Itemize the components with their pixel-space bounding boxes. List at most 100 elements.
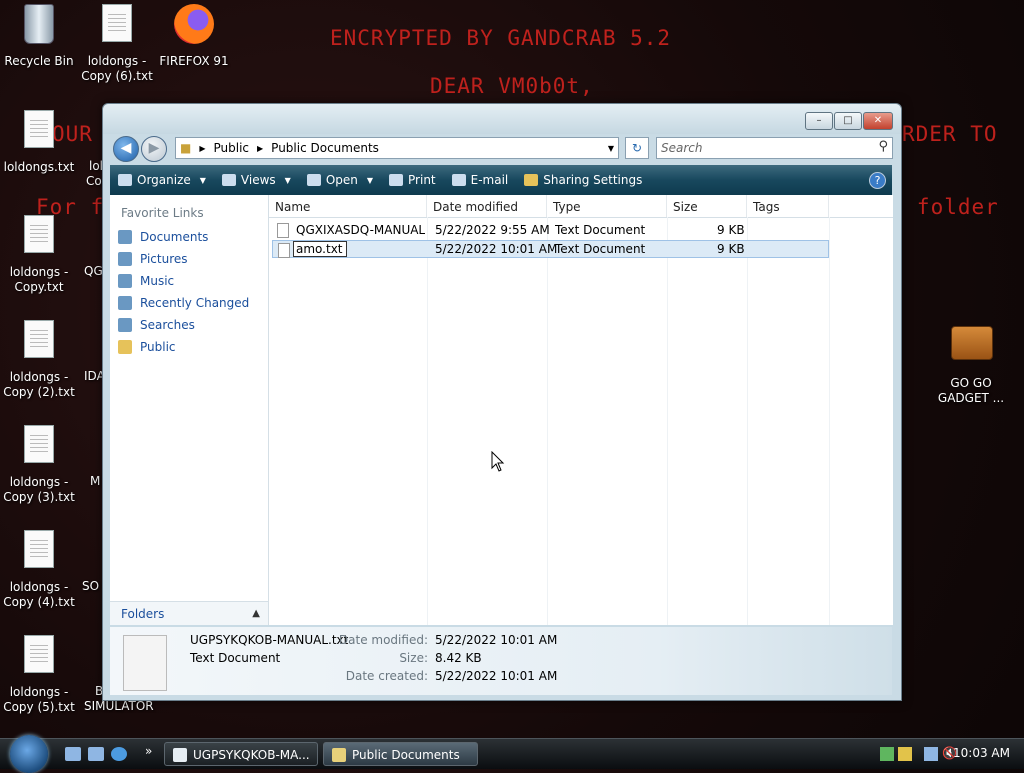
- navigation-bar: ◀ ▶ ■ ▶ Public ▶ Public Documents ▼ ↻ Se…: [111, 134, 893, 162]
- email-button[interactable]: E-mail: [444, 165, 517, 195]
- open-icon: [306, 174, 321, 186]
- sharing-icon: [524, 174, 539, 186]
- file-type: Text Document: [555, 242, 646, 256]
- desktop-icon-label: loldongs - Copy (3).txt: [3, 475, 75, 504]
- desktop-icon-txt[interactable]: loldongs.txt: [0, 110, 78, 175]
- file-row[interactable]: QGXIXASDQ-MANUAL... 5/22/2022 9:55 AM Te…: [272, 221, 829, 239]
- organize-icon: [118, 174, 132, 186]
- favorite-link-music[interactable]: Music: [110, 270, 268, 292]
- file-type: Text Document: [555, 223, 646, 237]
- desktop-icon-firefox[interactable]: FIREFOX 91: [155, 4, 233, 69]
- pictures-icon: [118, 252, 132, 266]
- details-date-created: 5/22/2022 10:01 AM: [435, 669, 558, 683]
- email-icon: [451, 174, 466, 186]
- file-row-selected[interactable]: amo.txt 5/22/2022 10:01 AM Text Document…: [272, 240, 829, 258]
- desktop-icon-label: GO GO GADGET ...: [937, 376, 1005, 405]
- close-button[interactable]: ✕: [863, 112, 893, 130]
- text-file-icon: [19, 110, 59, 154]
- desktop-icon-label: FIREFOX 91: [159, 54, 229, 68]
- address-bar[interactable]: ■ ▶ Public ▶ Public Documents ▼: [175, 137, 619, 159]
- help-icon[interactable]: ?: [869, 172, 886, 189]
- desktop-icon-txt[interactable]: loldongs - Copy (6).txt: [78, 4, 156, 84]
- taskbar: » UGPSYKQKOB-MA... Public Documents 🔇 10…: [0, 735, 1024, 773]
- favorite-link-searches[interactable]: Searches: [110, 314, 268, 336]
- minimize-button[interactable]: –: [805, 112, 833, 130]
- details-size-label: Size:: [399, 651, 428, 665]
- partial-label: SO: [82, 579, 100, 593]
- back-button[interactable]: ◀: [113, 136, 139, 162]
- desktop-icon-txt[interactable]: loldongs - Copy (2).txt: [0, 320, 78, 400]
- folder-icon: [118, 340, 132, 354]
- details-date-modified: 5/22/2022 10:01 AM: [435, 633, 558, 647]
- tray-icon[interactable]: [898, 747, 912, 761]
- column-header-tags[interactable]: Tags: [747, 195, 829, 217]
- title-bar[interactable]: – □ ✕: [103, 104, 901, 134]
- sharing-settings-button[interactable]: Sharing Settings: [516, 165, 650, 195]
- organize-button[interactable]: Organize ▼: [110, 165, 214, 195]
- document-icon: [123, 635, 167, 691]
- desktop-icon-txt[interactable]: loldongs - Copy.txt: [0, 215, 78, 295]
- search-icon[interactable]: ⚲: [878, 139, 888, 154]
- text-file-icon: [19, 425, 59, 469]
- folders-toggle[interactable]: Folders ▲: [110, 601, 268, 625]
- partial-label: SIMULATOR: [84, 699, 154, 713]
- rename-input[interactable]: amo.txt: [293, 241, 347, 257]
- partial-label: M: [90, 474, 101, 488]
- favorite-link-recently-changed[interactable]: Recently Changed: [110, 292, 268, 314]
- file-date: 5/22/2022 10:01 AM: [435, 242, 558, 256]
- ransom-line-2: DEAR VM0b0t,: [430, 74, 594, 98]
- favorite-link-documents[interactable]: Documents: [110, 226, 268, 248]
- clock[interactable]: 10:03 AM: [953, 746, 1010, 760]
- file-size: 9 KB: [717, 242, 745, 256]
- text-file-icon: [97, 4, 137, 48]
- ransom-line-1: ENCRYPTED BY GANDCRAB 5.2: [330, 26, 672, 50]
- start-button[interactable]: [10, 735, 48, 773]
- desktop-icon-txt[interactable]: loldongs - Copy (4).txt: [0, 530, 78, 610]
- internet-explorer-icon[interactable]: [111, 747, 127, 761]
- chevron-down-icon[interactable]: ▼: [604, 144, 618, 153]
- details-date-created-label: Date created:: [345, 669, 428, 683]
- views-button[interactable]: Views ▼: [214, 165, 299, 195]
- file-list: Name Date modified Type Size Tags QGXIXA…: [269, 195, 893, 625]
- printer-icon: [389, 174, 404, 186]
- folder-icon: [332, 748, 346, 762]
- favorite-link-pictures[interactable]: Pictures: [110, 248, 268, 270]
- taskbar-button-explorer[interactable]: Public Documents: [323, 742, 478, 766]
- column-header-name[interactable]: Name: [269, 195, 427, 217]
- open-button[interactable]: Open ▼: [299, 165, 381, 195]
- breadcrumb-item[interactable]: Public: [210, 141, 254, 155]
- column-header-type[interactable]: Type: [547, 195, 667, 217]
- switch-windows-icon[interactable]: [88, 747, 104, 761]
- breadcrumb-item[interactable]: Public Documents: [267, 141, 383, 155]
- desktop-icon-txt[interactable]: loldongs - Copy (3).txt: [0, 425, 78, 505]
- partial-label: Co: [86, 174, 102, 188]
- favorite-link-public[interactable]: Public: [110, 336, 268, 358]
- desktop-icon-recycle-bin[interactable]: Recycle Bin: [0, 4, 78, 69]
- search-input[interactable]: Search ⚲: [656, 137, 893, 159]
- network-icon[interactable]: [924, 747, 938, 761]
- column-header-size[interactable]: Size: [667, 195, 747, 217]
- forward-button[interactable]: ▶: [141, 136, 167, 162]
- text-file-icon: [19, 215, 59, 259]
- file-size: 9 KB: [717, 223, 745, 237]
- refresh-button[interactable]: ↻: [625, 137, 649, 159]
- tray-icon[interactable]: [880, 747, 894, 761]
- taskbar-button-notepad[interactable]: UGPSYKQKOB-MA...: [164, 742, 318, 766]
- desktop-icon-gadget[interactable]: GO GO GADGET ...: [932, 318, 1010, 406]
- desktop-icon-label: loldongs - Copy (5).txt: [3, 685, 75, 714]
- ransom-line-3-right: RDER TO: [902, 122, 998, 146]
- desktop-icon-label: Recycle Bin: [4, 54, 74, 68]
- maximize-button[interactable]: □: [834, 112, 862, 130]
- desktop-icon-txt[interactable]: loldongs - Copy (5).txt: [0, 635, 78, 715]
- search-placeholder: Search: [661, 141, 703, 155]
- documents-icon: [118, 230, 132, 244]
- music-icon: [118, 274, 132, 288]
- quick-launch-overflow-icon[interactable]: »: [145, 744, 152, 758]
- details-pane: UGPSYKQKOB-MANUAL.txt Text Document Date…: [110, 627, 892, 695]
- show-desktop-icon[interactable]: [65, 747, 81, 761]
- column-header-date-modified[interactable]: Date modified: [427, 195, 547, 217]
- favorite-links-title: Favorite Links: [121, 206, 204, 220]
- desktop-icon-label: loldongs.txt: [3, 160, 75, 174]
- print-button[interactable]: Print: [381, 165, 444, 195]
- details-date-modified-label: Date modified:: [338, 633, 428, 647]
